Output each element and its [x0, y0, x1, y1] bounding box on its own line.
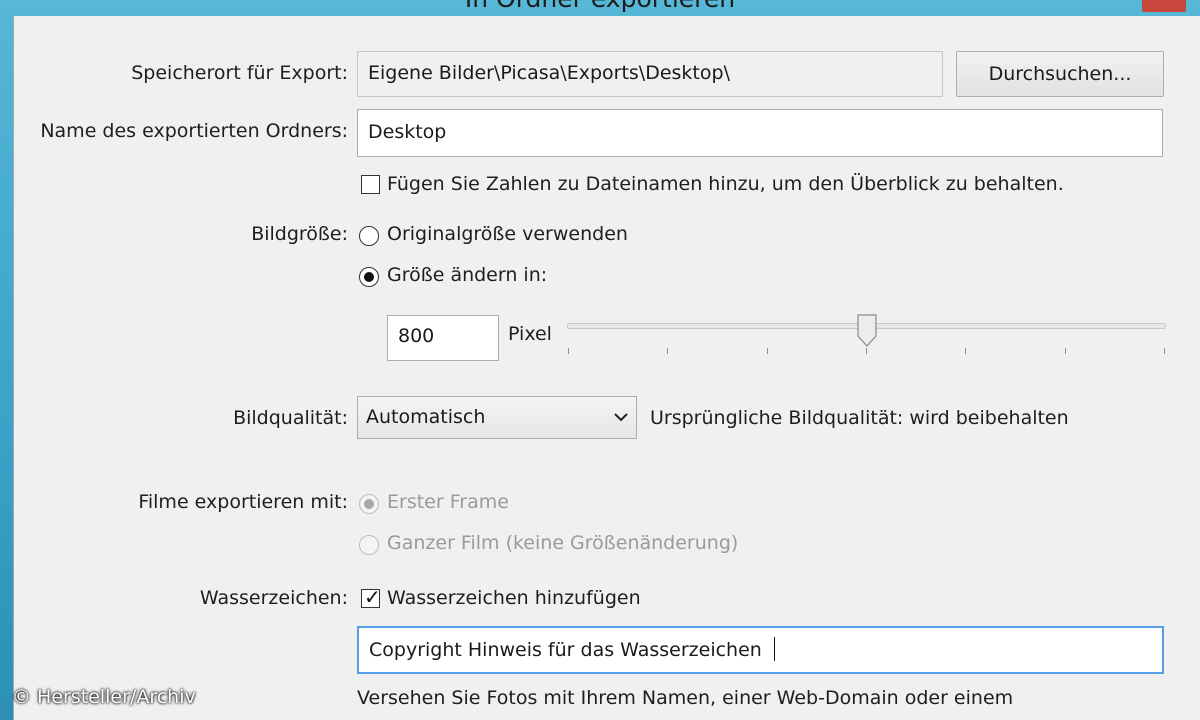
checkmark-icon: ✓	[364, 585, 381, 609]
slider-tick	[767, 348, 768, 354]
first-frame-radio	[359, 494, 379, 514]
resize-radio-dot	[364, 272, 374, 282]
folder-name-label: Name des exportierten Ordners:	[40, 120, 348, 142]
pixel-size-value: 800	[398, 325, 435, 347]
slider-tick	[568, 348, 569, 354]
first-frame-label: Erster Frame	[387, 491, 509, 513]
quality-value: Automatisch	[366, 406, 486, 428]
quality-label: Bildqualität:	[233, 407, 348, 429]
watermark-text-input[interactable]: Copyright Hinweis für das Wasserzeichen	[357, 626, 1164, 674]
location-field: Eigene Bilder\Picasa\Exports\Desktop\	[357, 51, 943, 97]
browse-button[interactable]: Durchsuchen...	[956, 51, 1164, 97]
image-credit: © Hersteller/Archiv	[12, 686, 196, 708]
image-size-label: Bildgröße:	[251, 223, 348, 245]
watermark-label: Wasserzeichen:	[199, 587, 348, 609]
close-button[interactable]	[1142, 0, 1186, 12]
original-size-radio[interactable]	[359, 226, 379, 246]
pixel-unit-label: Pixel	[508, 323, 552, 345]
size-slider[interactable]	[567, 314, 1166, 358]
pixel-size-input[interactable]: 800	[387, 315, 499, 361]
first-frame-radio-dot	[364, 499, 374, 509]
text-caret	[774, 637, 775, 661]
chevron-down-icon	[614, 399, 628, 449]
title-bar: In Ordner exportieren	[0, 0, 1200, 16]
quality-note: Ursprüngliche Bildqualität: wird beibeha…	[650, 407, 1069, 429]
original-size-label: Originalgröße verwenden	[387, 223, 628, 245]
resize-label: Größe ändern in:	[387, 264, 548, 286]
folder-name-input[interactable]: Desktop	[357, 109, 1163, 157]
location-label: Speicherort für Export:	[131, 62, 348, 84]
watermark-checkbox[interactable]: ✓	[361, 585, 381, 609]
dialog-body: Speicherort für Export: Eigene Bilder\Pi…	[13, 16, 1200, 720]
watermark-checkbox-label: Wasserzeichen hinzufügen	[387, 587, 641, 609]
folder-name-value: Desktop	[368, 121, 447, 143]
quality-select[interactable]: Automatisch	[357, 396, 637, 439]
add-numbers-label: Fügen Sie Zahlen zu Dateinamen hinzu, um…	[387, 173, 1064, 195]
full-movie-label: Ganzer Film (keine Größenänderung)	[387, 532, 739, 554]
slider-thumb[interactable]	[856, 314, 877, 348]
dialog-title: In Ordner exportieren	[0, 0, 1200, 13]
watermark-text-value: Copyright Hinweis für das Wasserzeichen	[369, 639, 762, 661]
slider-tick	[866, 348, 867, 354]
slider-tick	[667, 348, 668, 354]
watermark-hint: Versehen Sie Fotos mit Ihrem Namen, eine…	[357, 687, 1014, 709]
add-numbers-checkbox[interactable]	[361, 175, 380, 194]
full-movie-radio	[359, 535, 379, 555]
slider-tick	[1065, 348, 1066, 354]
resize-radio[interactable]	[359, 267, 379, 287]
location-value: Eigene Bilder\Picasa\Exports\Desktop\	[368, 62, 730, 84]
slider-tick	[1164, 348, 1165, 354]
movies-label: Filme exportieren mit:	[138, 491, 348, 513]
slider-tick	[965, 348, 966, 354]
